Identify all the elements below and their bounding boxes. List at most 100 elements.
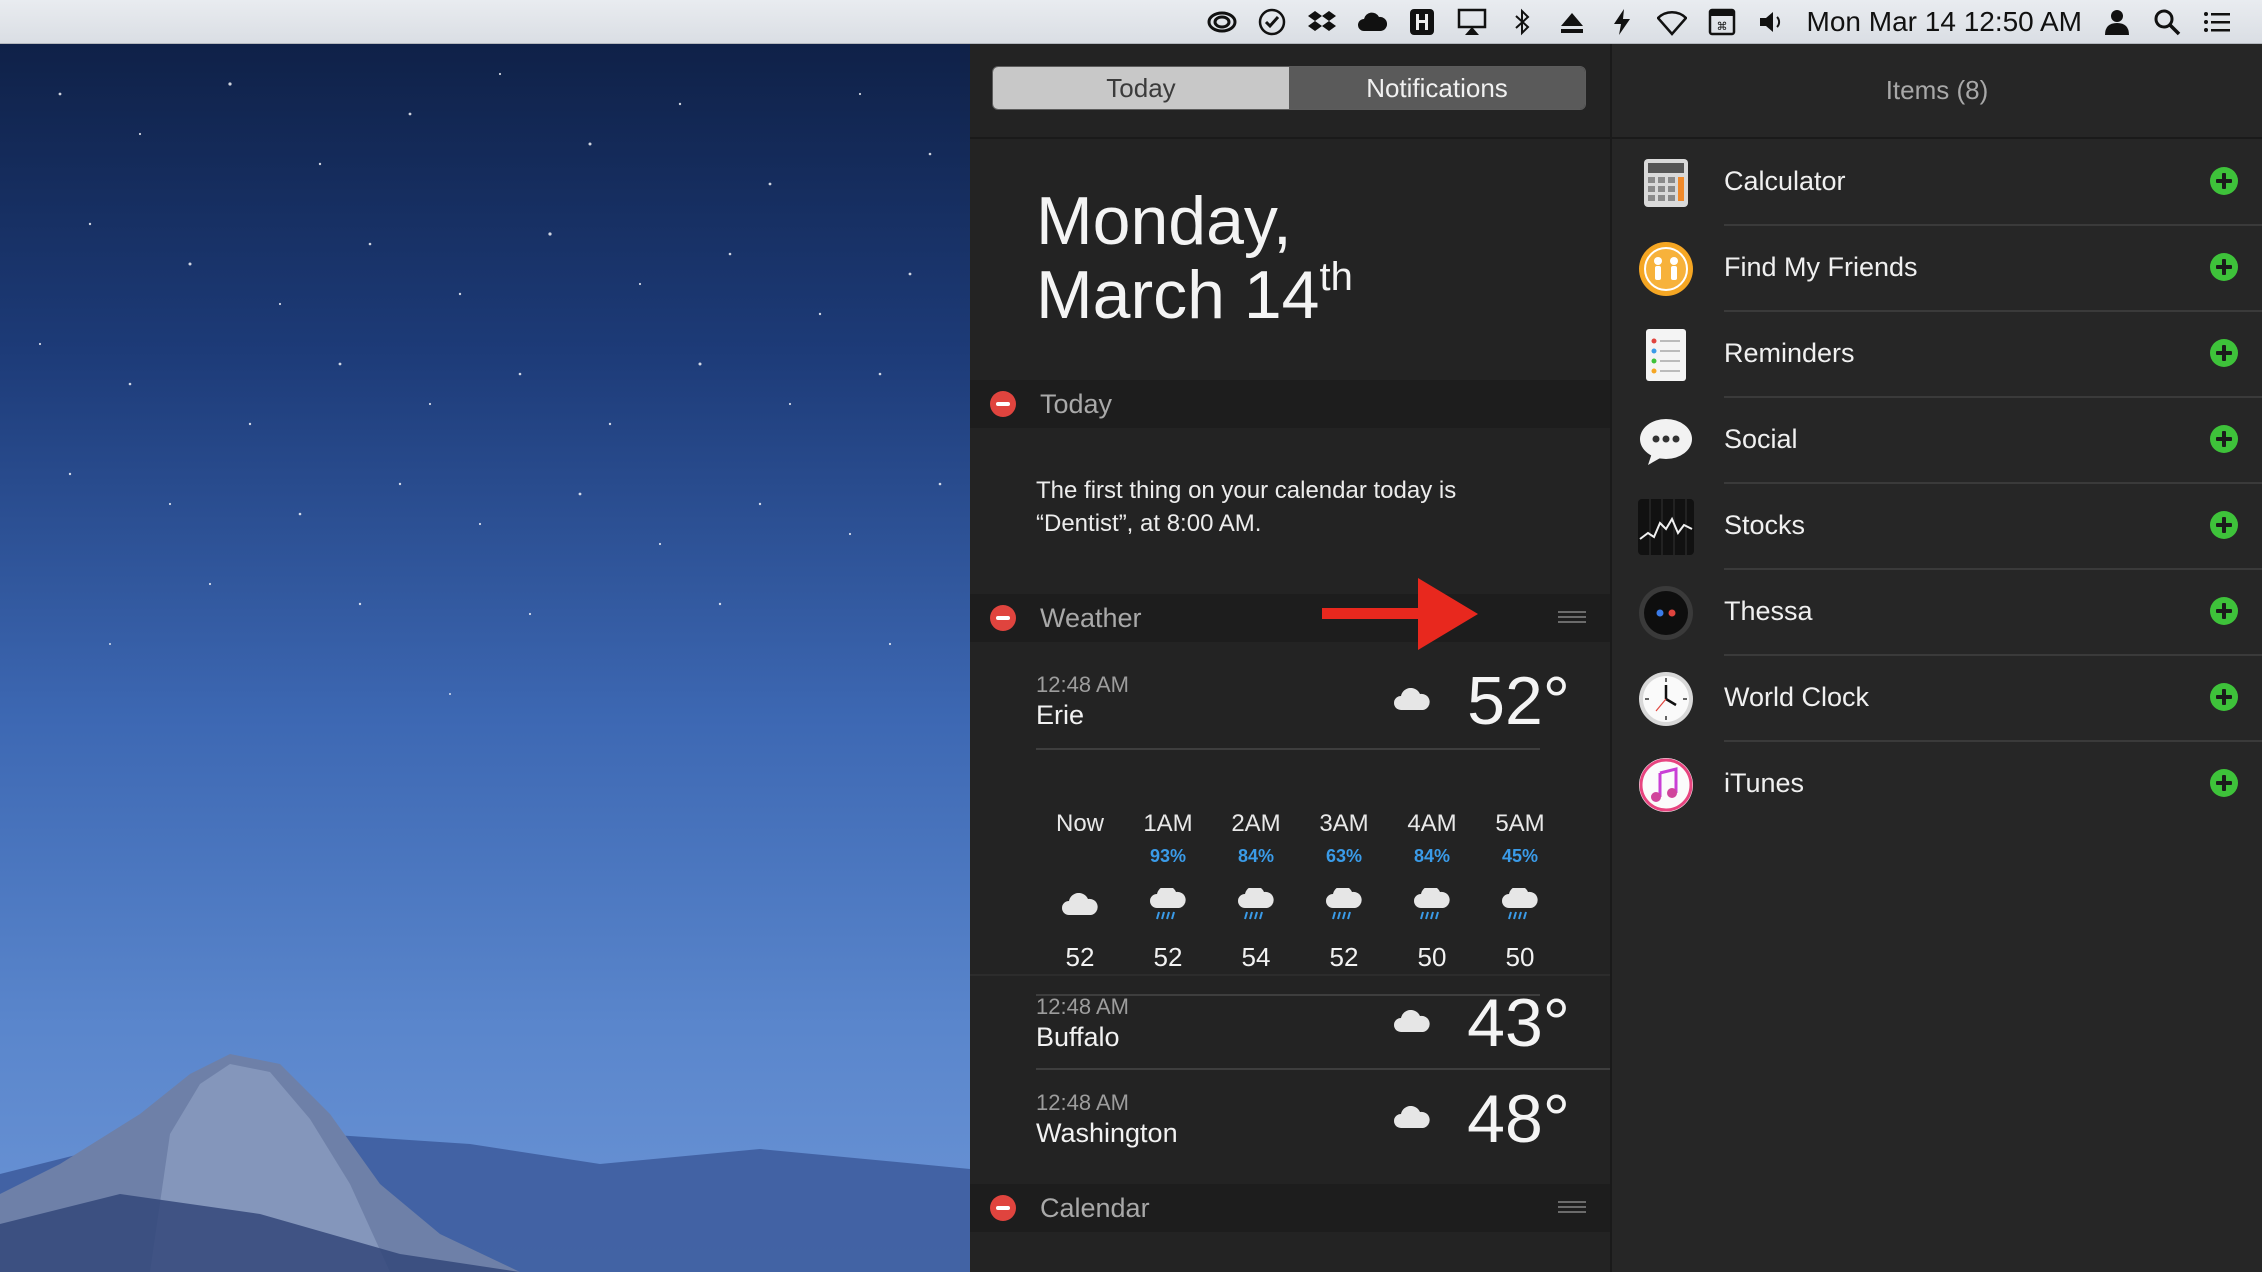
user-icon[interactable] (2100, 5, 2134, 39)
cloud-icon (1394, 1010, 1430, 1032)
item-label: World Clock (1724, 682, 1870, 712)
cloud-icon (1394, 688, 1430, 710)
notification-center-icon[interactable] (2200, 5, 2234, 39)
item-label: iTunes (1724, 768, 1805, 798)
buffalo-temperature: 43° (1467, 985, 1570, 1061)
divider (1612, 137, 2262, 139)
today-view-pane: Today Notifications Monday, March 14th T… (970, 44, 1612, 1272)
buffalo-time: 12:48 AM (1036, 994, 1129, 1019)
items-count-title: Items (8) (1885, 74, 1989, 105)
airplay-icon[interactable] (1455, 5, 1489, 39)
add-social-button[interactable] (2210, 425, 2238, 453)
weather-section-title: Weather (1040, 602, 1142, 633)
thessa-icon (1639, 586, 1693, 640)
hourly-column-3am: 3AM 63% 52 (1300, 810, 1388, 973)
creative-cloud-icon[interactable] (1205, 5, 1239, 39)
add-calculator-button[interactable] (2210, 167, 2238, 195)
tab-notifications[interactable]: Notifications (1289, 67, 1585, 109)
add-world-clock-button[interactable] (2210, 683, 2238, 711)
omnifocus-check-icon[interactable] (1255, 5, 1289, 39)
hour-temperature: 52 (1065, 942, 1095, 972)
menu-bar: ⌘ Mon Mar 14 12:50 AM (0, 0, 2262, 44)
item-find-my-friends: Find My Friends (1612, 226, 2262, 312)
eject-icon[interactable] (1555, 5, 1589, 39)
rain-cloud-icon (1414, 888, 1450, 920)
volume-icon[interactable] (1755, 5, 1789, 39)
dropbox-icon[interactable] (1305, 5, 1339, 39)
notification-center: Today Notifications Monday, March 14th T… (970, 44, 2262, 1272)
menubar-clock[interactable]: Mon Mar 14 12:50 AM (1807, 6, 2082, 38)
precip-chance (1036, 842, 1124, 880)
washington-time: 12:48 AM (1036, 1090, 1129, 1115)
precip-chance: 45% (1501, 846, 1539, 866)
divider (970, 974, 1610, 976)
hourly-column-5am: 5AM 45% 50 (1476, 810, 1564, 973)
itunes-icon (1639, 758, 1693, 812)
add-stocks-button[interactable] (2210, 511, 2238, 539)
add-reminders-button[interactable] (2210, 339, 2238, 367)
hour-temperature: 52 (1329, 942, 1359, 972)
date-heading: Monday, March 14th (1036, 184, 1353, 332)
rain-cloud-icon (1502, 888, 1538, 920)
add-itunes-button[interactable] (2210, 769, 2238, 797)
precip-chance: 63% (1325, 846, 1363, 866)
rain-cloud-icon (1150, 888, 1186, 920)
calendar-drag-handle-icon[interactable] (1558, 1201, 1586, 1215)
calculator-icon (1644, 159, 1688, 207)
spotlight-search-icon[interactable] (2150, 5, 2184, 39)
washington-temperature: 48° (1467, 1081, 1570, 1157)
item-social: Social (1612, 398, 2262, 484)
remove-weather-widget-button[interactable] (990, 605, 1016, 631)
erie-city-name[interactable]: Erie (1036, 700, 1084, 731)
today-summary-text: The first thing on your calendar today i… (1036, 477, 1457, 537)
bolt-icon[interactable] (1605, 5, 1639, 39)
add-thessa-button[interactable] (2210, 597, 2238, 625)
tab-today[interactable]: Today (993, 67, 1289, 109)
date-line-1: Monday, (1036, 183, 1292, 259)
remove-calendar-widget-button[interactable] (990, 1195, 1016, 1221)
cloud-icon[interactable] (1355, 5, 1389, 39)
item-label: Calculator (1724, 166, 1846, 196)
item-thessa: Thessa (1612, 570, 2262, 656)
item-label: Reminders (1724, 338, 1855, 368)
bluetooth-icon[interactable] (1505, 5, 1539, 39)
erie-temperature: 52° (1467, 663, 1570, 739)
item-itunes: iTunes (1612, 742, 2262, 828)
today-section-header: Today (970, 380, 1610, 428)
wifi-icon[interactable] (1655, 5, 1689, 39)
erie-time: 12:48 AM (1036, 672, 1129, 697)
item-label: Social (1724, 424, 1798, 454)
widget-items-pane: Items (8) Calculator Find My Friends Rem… (1612, 44, 2262, 1272)
date-suffix: th (1319, 255, 1353, 299)
reminders-icon (1646, 329, 1686, 381)
hour-label: 3AM (1319, 810, 1369, 837)
item-label: Stocks (1724, 510, 1806, 540)
washington-city-name[interactable]: Washington (1036, 1118, 1178, 1149)
divider (1036, 748, 1540, 750)
hour-label: 4AM (1407, 810, 1457, 837)
item-world-clock: World Clock (1612, 656, 2262, 742)
hour-label: Now (1055, 810, 1104, 837)
weather-drag-handle-icon[interactable] (1558, 611, 1586, 625)
annotation-arrow-icon (1322, 578, 1478, 650)
hour-temperature: 50 (1505, 942, 1535, 972)
rain-cloud-icon (1238, 888, 1274, 920)
item-label: Find My Friends (1724, 252, 1918, 282)
hourly-forecast: Now 52 1AM 93% 52 2AM 84% 54 3AM 63% 52 … (1036, 810, 1564, 990)
hour-label: 5AM (1495, 810, 1545, 837)
weather-section-header: Weather (970, 594, 1610, 642)
buffalo-city-name[interactable]: Buffalo (1036, 1022, 1120, 1053)
hourly-column-now: Now 52 (1036, 810, 1124, 973)
svg-text:⌘: ⌘ (1716, 20, 1727, 33)
keyboard-icon[interactable]: ⌘ (1705, 5, 1739, 39)
hour-temperature: 50 (1417, 942, 1447, 972)
date-month-day: March 14 (1036, 257, 1320, 333)
remove-today-widget-button[interactable] (990, 391, 1016, 417)
hourly-column-2am: 2AM 84% 54 (1212, 810, 1300, 973)
find-my-friends-icon (1639, 242, 1693, 296)
item-reminders: Reminders (1612, 312, 2262, 398)
add-find-my-friends-button[interactable] (2210, 253, 2238, 281)
world-clock-icon (1639, 672, 1693, 726)
hour-label: 1AM (1143, 810, 1193, 837)
app-h-icon[interactable] (1405, 5, 1439, 39)
